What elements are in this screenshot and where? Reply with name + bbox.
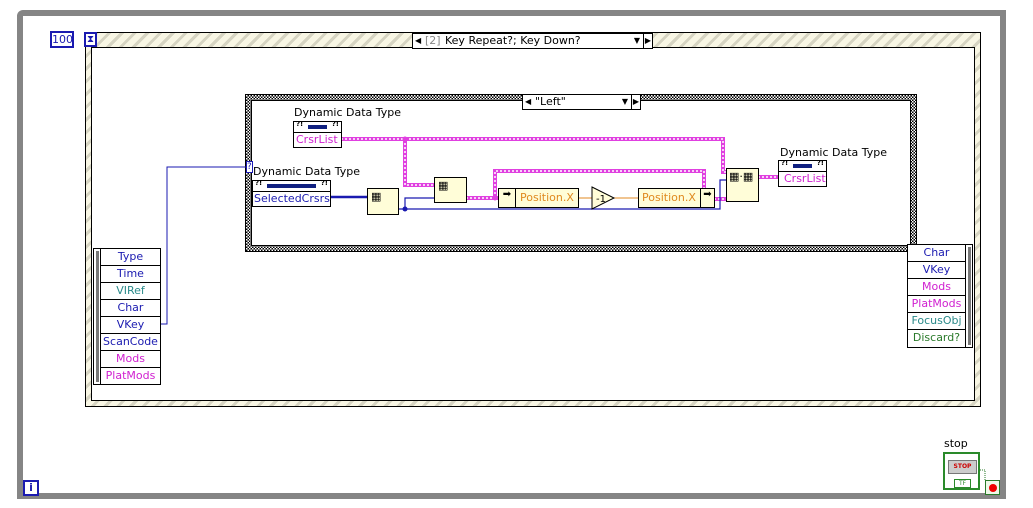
- bundle-field: Position.X: [642, 191, 696, 204]
- event-data-char[interactable]: Char: [101, 300, 160, 317]
- event-data-type[interactable]: Type: [101, 249, 160, 266]
- vkey-wire: [160, 166, 246, 325]
- stop-button-glyph: STOP: [948, 460, 977, 474]
- crsrlist-write-property-node[interactable]: ?!?! CrsrList: [778, 159, 827, 187]
- event-data-vkey[interactable]: VKey: [101, 317, 160, 334]
- class-header: ?!?!: [294, 120, 341, 133]
- property-node-class: Dynamic Data Type: [780, 146, 888, 159]
- stop-button-terminal[interactable]: STOP TF: [943, 452, 980, 490]
- event-data-scancode[interactable]: ScanCode: [101, 334, 160, 351]
- arrow-icon: ➡: [499, 189, 516, 207]
- property-crsrlist: CrsrList: [784, 172, 826, 185]
- array-icon: ▦: [438, 179, 449, 192]
- decrement-label: -1: [596, 194, 606, 205]
- property-node-class: Dynamic Data Type: [294, 106, 402, 119]
- boolean-type-label: TF: [954, 479, 971, 488]
- stop-if-true-icon: [989, 484, 997, 492]
- event-filter-node[interactable]: Char VKey Mods PlatMods FocusObj Discard…: [907, 244, 966, 348]
- right-node-scrollbar[interactable]: [965, 244, 973, 348]
- wire-junction: [402, 206, 408, 212]
- property-node-class: Dynamic Data Type: [253, 165, 361, 178]
- bundle-by-name[interactable]: Position.X ➡: [638, 188, 715, 208]
- filter-discard[interactable]: Discard?: [908, 330, 965, 347]
- filter-vkey[interactable]: VKey: [908, 262, 965, 279]
- filter-platmods[interactable]: PlatMods: [908, 296, 965, 313]
- event-data-node[interactable]: Type Time VIRef Char VKey ScanCode Mods …: [100, 248, 161, 385]
- iteration-terminal: i: [23, 480, 39, 496]
- property-crsrlist: CrsrList: [296, 133, 338, 146]
- boolean-wire: [980, 469, 986, 480]
- unbundle-field: Position.X: [520, 191, 574, 204]
- index-array-function[interactable]: ▦: [367, 188, 399, 215]
- selectedcrsrs-property-node[interactable]: ?!?! SelectedCrsrs: [252, 179, 331, 207]
- case-selector-tunnel[interactable]: ?: [246, 161, 253, 173]
- block-diagram: 100 ⧗ ◀ [2] Key Repeat?; Key Down? ▼ ▶ ◀…: [0, 0, 1033, 508]
- event-data-time[interactable]: Time: [101, 266, 160, 283]
- event-data-viref[interactable]: VIRef: [101, 283, 160, 300]
- crsrlist-property-node[interactable]: ?!?! CrsrList: [293, 120, 342, 148]
- class-header: ?!?!: [253, 179, 330, 192]
- array-icon: ▦: [371, 190, 382, 203]
- wire-junction: [402, 136, 408, 142]
- conditional-terminal[interactable]: [985, 480, 1000, 495]
- unbundle-by-name[interactable]: ➡ Position.X: [498, 188, 579, 208]
- filter-focusobj[interactable]: FocusObj: [908, 313, 965, 330]
- replace-array-subset-function[interactable]: ▦·▦: [726, 168, 759, 202]
- event-data-mods[interactable]: Mods: [101, 351, 160, 368]
- arrow-icon: ➡: [700, 189, 714, 207]
- property-selectedcrsrs: SelectedCrsrs: [254, 192, 330, 205]
- stop-label: stop: [944, 437, 968, 450]
- class-header: ?!?!: [779, 159, 826, 172]
- array-icon: ▦·▦: [729, 170, 754, 183]
- filter-char[interactable]: Char: [908, 245, 965, 262]
- event-data-platmods[interactable]: PlatMods: [101, 368, 160, 385]
- wire-junction: [492, 195, 498, 201]
- index-array-function[interactable]: ▦: [434, 177, 467, 203]
- filter-mods[interactable]: Mods: [908, 279, 965, 296]
